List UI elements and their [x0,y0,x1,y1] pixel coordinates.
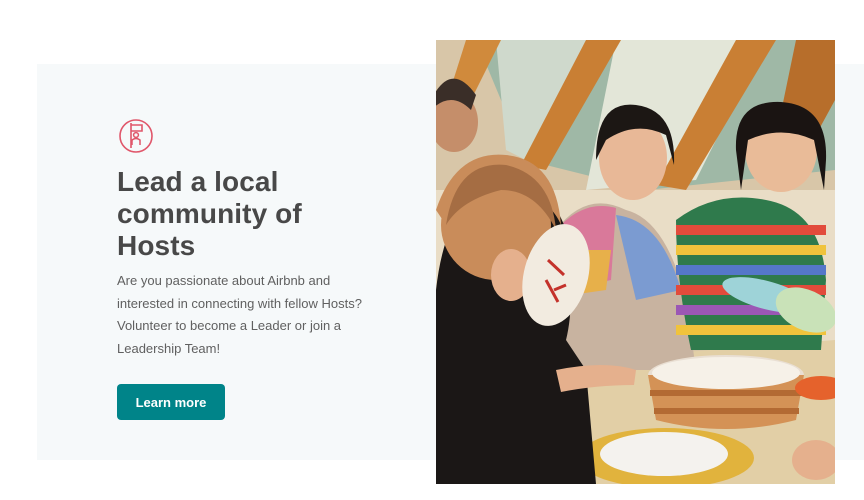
section-title: Lead a local community of Hosts [117,166,302,261]
leader-flag-icon [118,118,154,154]
hosts-community-photo [436,40,835,484]
section-description: Are you passionate about Airbnb and inte… [117,273,362,356]
learn-more-button[interactable]: Learn more [117,384,225,420]
